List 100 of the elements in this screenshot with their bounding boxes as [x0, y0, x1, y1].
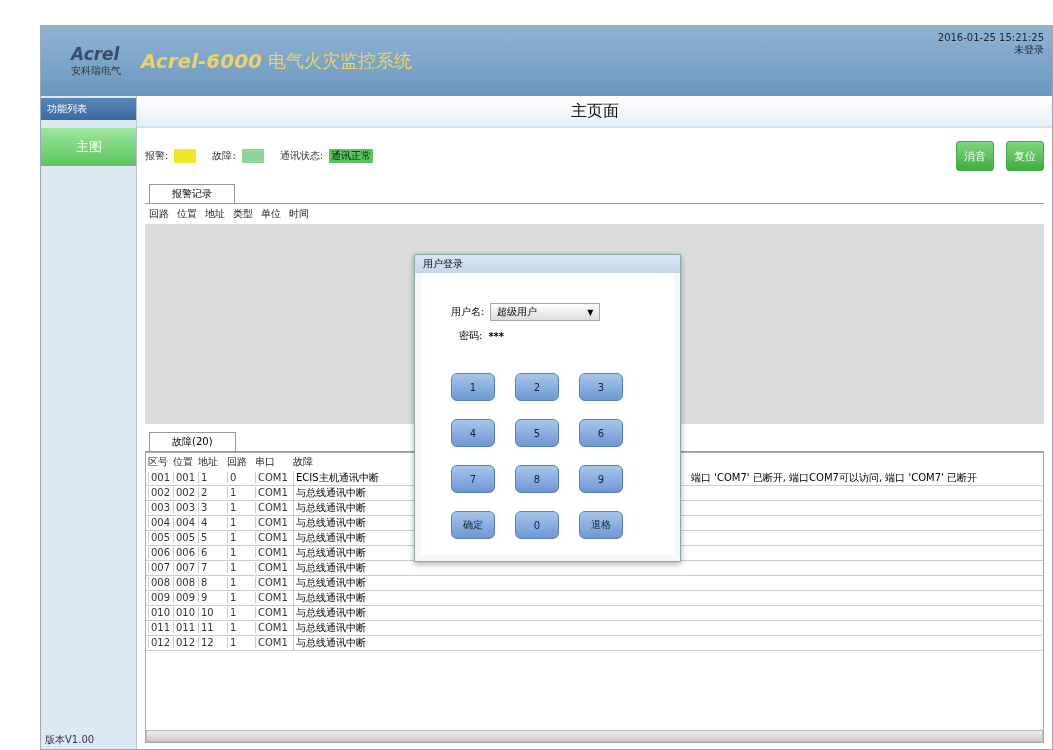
table-cell: 1 [227, 637, 255, 649]
table-cell: 001 [173, 472, 198, 484]
horizontal-scrollbar[interactable] [146, 730, 1043, 742]
keypad-key[interactable]: 4 [451, 419, 495, 447]
panel-tab[interactable]: 故障(20) [149, 431, 236, 451]
table-cell: 与总线通讯中断 [296, 621, 366, 633]
logo-subtitle: 安科瑞电气 [71, 64, 121, 78]
user-select[interactable]: 超级用户 ▼ [490, 303, 601, 321]
version-label: 版本V1.00 [44, 733, 96, 747]
table-cell: COM1 [255, 577, 293, 589]
table-cell: COM1 [255, 547, 293, 559]
table-cell: 10 [198, 607, 227, 619]
table-cell: 端口 'COM7' 已断开, 端口COM7可以访问, 端口 'COM7' 已断开 [691, 471, 977, 483]
keypad-key[interactable]: 退格 [579, 511, 623, 539]
table-cell: COM1 [255, 517, 293, 529]
table-cell: 012 [148, 637, 173, 649]
table-cell: 1 [227, 607, 255, 619]
table-cell: 1 [227, 547, 255, 559]
keypad-key[interactable]: 7 [451, 465, 495, 493]
table-cell: COM1 [255, 592, 293, 604]
table-cell: 008 [173, 577, 198, 589]
dropdown-icon: ▼ [587, 307, 594, 317]
legend-swatch: 通讯正常 [329, 149, 374, 163]
table-cell: 009 [173, 592, 198, 604]
password-field[interactable]: *** [488, 330, 505, 342]
keypad-key[interactable]: 5 [515, 419, 559, 447]
keypad-key[interactable]: 3 [579, 373, 623, 401]
table-cell: COM1 [255, 472, 293, 484]
user-status: 未登录 [1014, 43, 1044, 57]
table-cell: 003 [173, 502, 198, 514]
table-cell: 012 [173, 637, 198, 649]
legend-label: 报警: [145, 149, 169, 163]
legend-label: 通讯状态: [279, 149, 324, 163]
table-cell: 12 [198, 637, 227, 649]
table-cell: 006 [173, 547, 198, 559]
table-cell: 004 [148, 517, 173, 529]
logo-text: Acrel [71, 44, 120, 64]
table-cell: 002 [173, 487, 198, 499]
table-cell: 与总线通讯中断 [296, 486, 366, 498]
table-cell: 011 [148, 622, 173, 634]
table-cell: 2 [198, 487, 227, 499]
sidebar-heading: 功能列表 [41, 98, 136, 120]
table-cell: 1 [227, 532, 255, 544]
table-cell: 010 [173, 607, 198, 619]
table-cell: 与总线通讯中断 [296, 591, 366, 603]
column-header: 回路 [149, 207, 170, 221]
table-cell: COM1 [255, 607, 293, 619]
table-cell: 5 [198, 532, 227, 544]
table-cell: 007 [148, 562, 173, 574]
dialog-title: 用户登录 [415, 255, 680, 273]
table-cell: ECIS主机通讯中断 [296, 471, 379, 483]
table-cell: COM1 [255, 562, 293, 574]
table-cell: COM1 [255, 622, 293, 634]
keypad-key[interactable]: 8 [515, 465, 559, 493]
keypad-key[interactable]: 9 [579, 465, 623, 493]
keypad-key[interactable]: 确定 [451, 511, 495, 539]
table-cell: 3 [198, 502, 227, 514]
column-header: 串口 [255, 454, 276, 469]
table-cell: 009 [148, 592, 173, 604]
table-cell: COM1 [255, 532, 293, 544]
table-cell: 1 [227, 577, 255, 589]
table-cell: COM1 [255, 502, 293, 514]
table-cell: 与总线通讯中断 [296, 501, 366, 513]
table-cell: 011 [173, 622, 198, 634]
table-cell: 1 [227, 562, 255, 574]
table-cell: 6 [198, 547, 227, 559]
table-cell: 003 [148, 502, 173, 514]
column-header: 位置 [177, 207, 198, 221]
table-cell: 1 [227, 502, 255, 514]
panel-tab[interactable]: 报警记录 [149, 184, 235, 203]
table-cell: 1 [227, 487, 255, 499]
table-cell: 8 [198, 577, 227, 589]
table-cell: 11 [198, 622, 227, 634]
table-cell: 与总线通讯中断 [296, 606, 366, 618]
table-cell: 与总线通讯中断 [296, 531, 366, 543]
keypad-key[interactable]: 6 [579, 419, 623, 447]
table-cell: 与总线通讯中断 [296, 546, 366, 558]
keypad-key[interactable]: 1 [451, 373, 495, 401]
column-header: 回路 [227, 454, 248, 469]
column-header: 地址 [198, 454, 219, 469]
table-cell: 005 [148, 532, 173, 544]
table-cell: 002 [148, 487, 173, 499]
table-cell: 005 [173, 532, 198, 544]
table-cell: 006 [148, 547, 173, 559]
table-cell: 1 [198, 472, 227, 484]
datetime: 2016-01-25 15:21:25 [937, 32, 1044, 43]
table-cell: 0 [227, 472, 255, 484]
keypad-key[interactable]: 0 [515, 511, 559, 539]
table-cell: 1 [227, 517, 255, 529]
field-label: 密码: [459, 329, 483, 343]
table-cell: COM1 [255, 487, 293, 499]
column-header: 类型 [233, 207, 254, 221]
app-subtitle: 电气火灾监控系统 [267, 49, 412, 73]
table-cell: 与总线通讯中断 [296, 516, 366, 528]
table-cell: 9 [198, 592, 227, 604]
column-header: 故障 [293, 454, 314, 469]
keypad-key[interactable]: 2 [515, 373, 559, 401]
table-cell: 与总线通讯中断 [296, 576, 366, 588]
table-cell: 1 [227, 622, 255, 634]
table-cell: 001 [148, 472, 173, 484]
